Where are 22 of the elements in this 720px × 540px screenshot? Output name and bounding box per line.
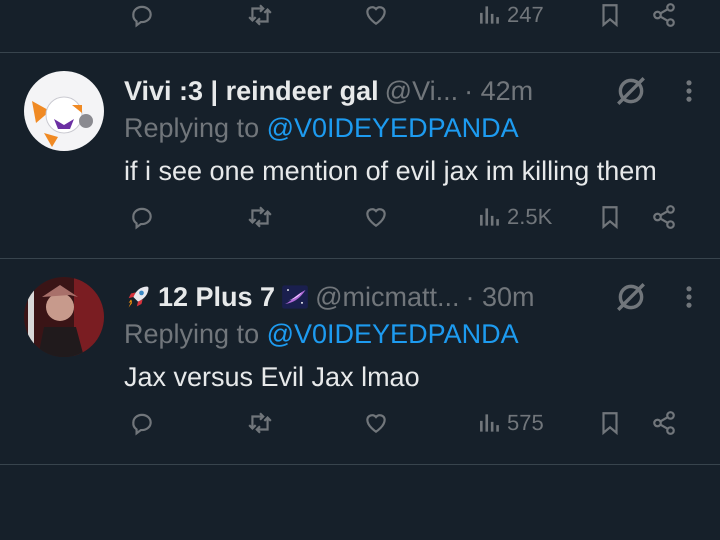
repost-icon[interactable]	[247, 410, 273, 436]
display-name[interactable]: Vivi :3 | reindeer gal	[124, 76, 379, 106]
timestamp[interactable]: · 30m	[466, 282, 535, 312]
tweet-text: Jax versus Evil Jax lmao	[124, 361, 421, 394]
repost-icon[interactable]	[247, 204, 273, 230]
repost-icon[interactable]	[247, 2, 273, 28]
handle[interactable]: @micmatt...	[315, 282, 460, 312]
view-count: 2.5K	[507, 204, 552, 230]
view-count: 575	[507, 410, 544, 436]
timestamp[interactable]: · 42m	[464, 76, 534, 106]
view-count: 247	[507, 2, 544, 28]
replying-label: Replying to	[124, 113, 260, 143]
share-icon[interactable]	[651, 410, 677, 436]
share-icon[interactable]	[651, 2, 677, 28]
handle[interactable]: @Vi...	[384, 76, 458, 106]
display-name[interactable]: 12 Plus 7	[158, 282, 276, 312]
share-icon[interactable]	[651, 204, 677, 230]
replying-label: Replying to	[124, 319, 260, 349]
mention-link[interactable]: @V0IDEYEDPANDA	[266, 113, 519, 143]
tweet-text: if i see one mention of evil jax im killing them	[124, 155, 658, 188]
mention-link[interactable]: @V0IDEYEDPANDA	[266, 319, 519, 349]
galaxy-icon	[281, 283, 310, 311]
